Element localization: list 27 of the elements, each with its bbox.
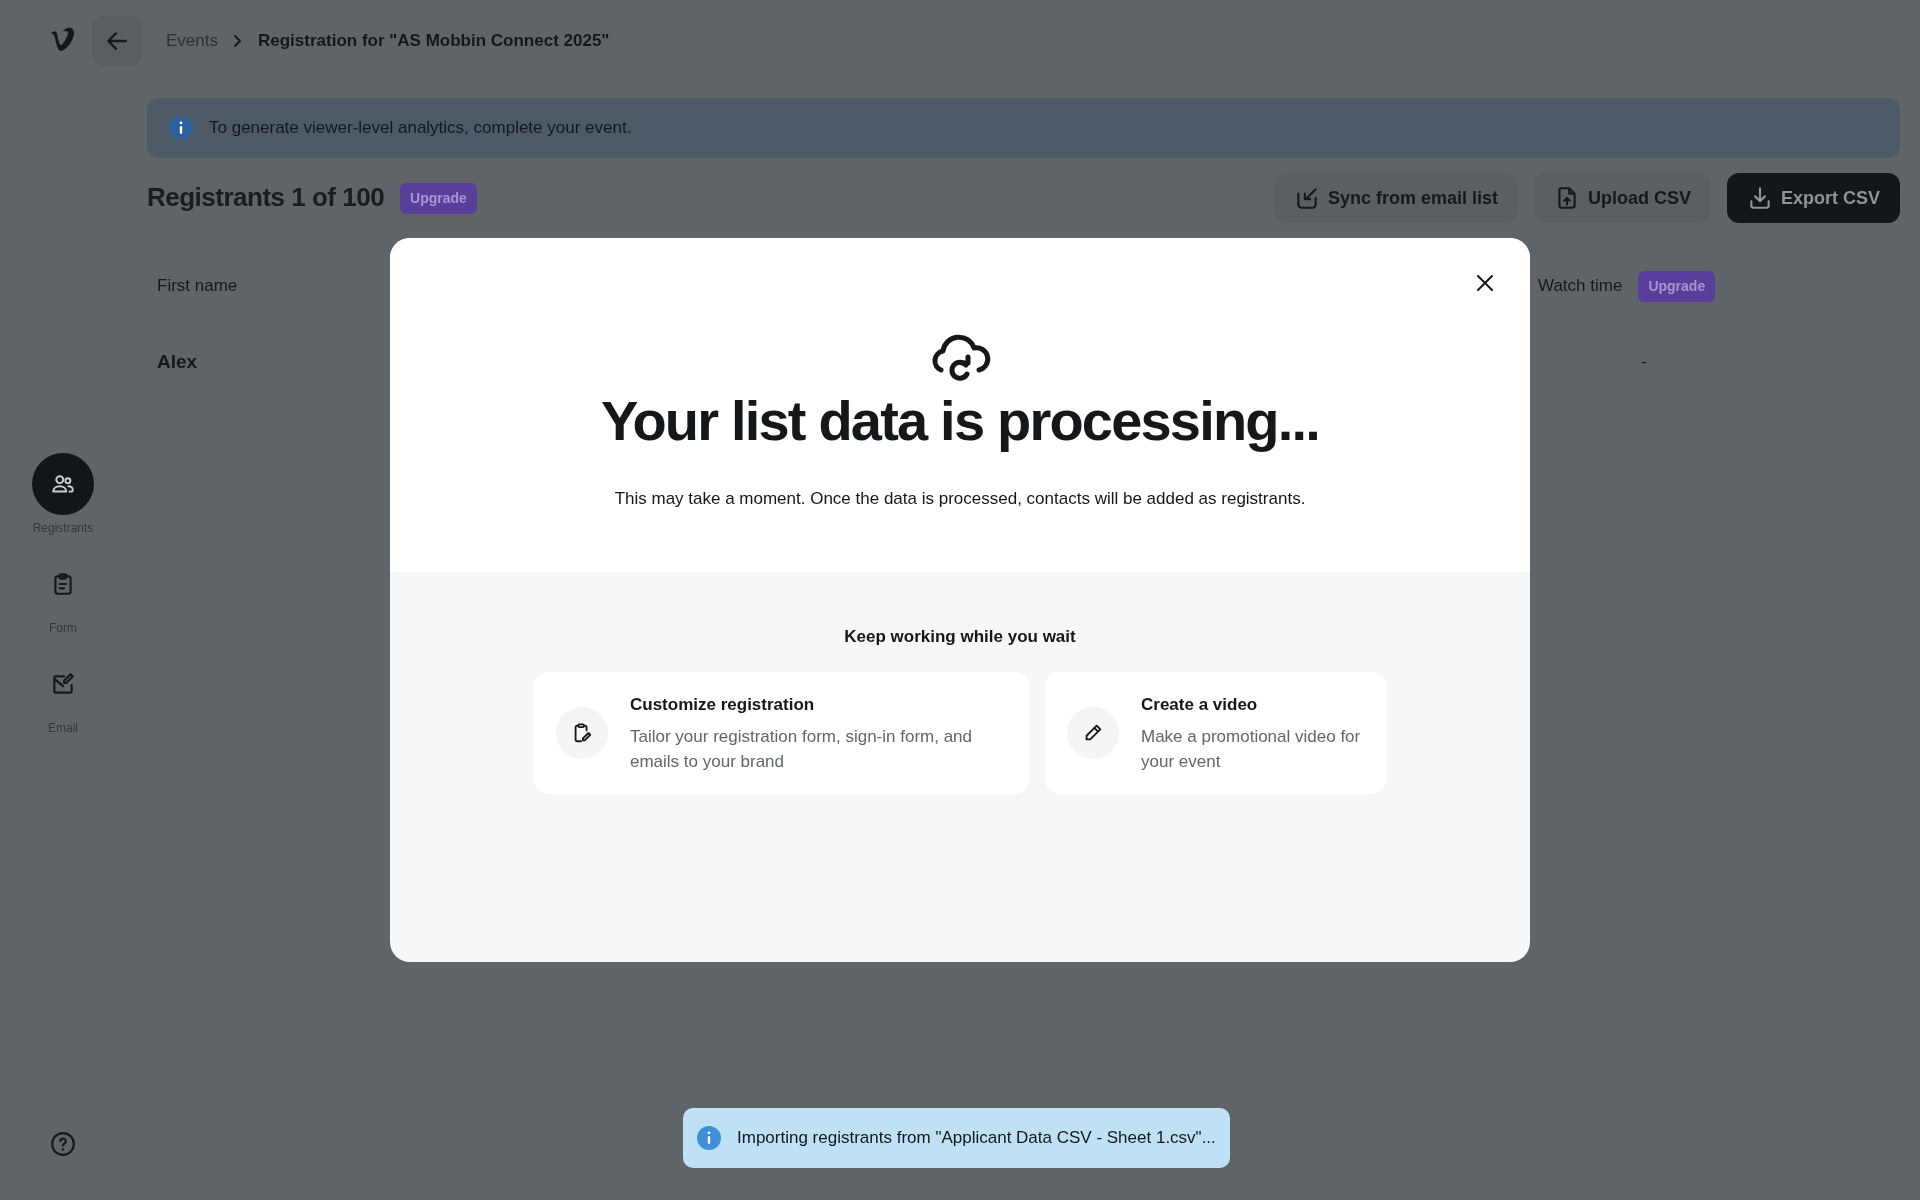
section-title: Keep working while you wait: [844, 626, 1076, 648]
suggestion-card[interactable]: Create a video Make a promotional video for your event: [1045, 671, 1386, 795]
action-button[interactable]: Export CSV: [1726, 173, 1900, 223]
info-icon: [169, 116, 193, 140]
back-button[interactable]: [92, 16, 142, 66]
breadcrumb-current: Registration for "AS Mobbin Connect 2025": [258, 30, 610, 53]
upgrade-badge: Upgrade: [1638, 270, 1716, 302]
card-title: Customize registration: [630, 693, 816, 716]
card-description: Make a promotional video for your event: [1141, 726, 1362, 773]
column-header: Watch time: [1538, 275, 1623, 298]
upgrade-badge: Upgrade: [400, 182, 477, 214]
table-cell: Alex: [157, 350, 198, 372]
toast-text: Importing registrants from "Applicant Data CSV - Sheet 1.csv"...: [737, 1127, 1216, 1150]
modal-subtitle: This may take a moment. Once the data is processed, contacts will be added as registrants.: [614, 487, 1306, 510]
table-cell-text: -: [1641, 351, 1647, 374]
suggestion-card[interactable]: Customize registration Tailor your registration form, sign-in form, and emails to your brand: [534, 671, 1029, 795]
close-icon: [1475, 272, 1495, 293]
help-icon: [50, 1131, 76, 1157]
card-title: Create a video: [1141, 693, 1259, 716]
info-icon: [697, 1126, 721, 1150]
banner-text: To generate viewer-level analytics, complete your event.: [209, 117, 632, 140]
column-header: First name: [157, 275, 238, 298]
modal-title: Your list data is processing...: [601, 390, 1319, 452]
page-title: Registrants 1 of 100: [147, 182, 385, 214]
mail-pencil-icon: [50, 671, 76, 697]
chevron-right-icon: [232, 34, 244, 48]
card-description: Tailor your registration form, sign-in form, and emails to your brand: [630, 726, 974, 773]
